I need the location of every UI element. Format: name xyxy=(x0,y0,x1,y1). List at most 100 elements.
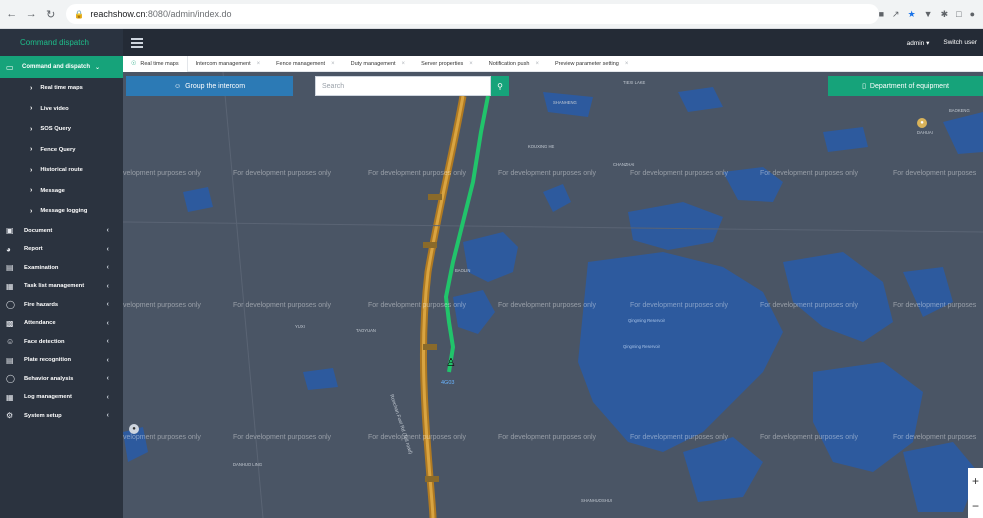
close-icon[interactable]: × xyxy=(331,61,335,67)
chevron-left-icon: ‹ xyxy=(106,319,109,327)
sidebar-item-examination[interactable]: ▤ Examination ‹ xyxy=(0,259,123,278)
lock-icon: 🔒 xyxy=(74,9,85,19)
forward-icon[interactable]: → xyxy=(23,6,38,22)
sidebar: ▭ Command and dispatch ⌄ › Real time maps… xyxy=(0,56,123,518)
user-menu[interactable]: admin ▾ xyxy=(907,39,930,47)
sidebar-item-behavior-analysis[interactable]: ◯ Behavior analysis ‹ xyxy=(0,370,123,389)
road-shield xyxy=(428,194,442,200)
sidebar-item-attendance[interactable]: ▩ Attendance ‹ xyxy=(0,314,123,333)
fire-icon: ◯ xyxy=(6,300,15,310)
sidebar-sub-real-time-maps[interactable]: › Real time maps xyxy=(0,78,123,99)
menu-toggle-icon[interactable] xyxy=(131,37,143,48)
tablet-icon: ▯ xyxy=(862,83,866,90)
tasklist-icon: ▦ xyxy=(6,281,14,291)
map-label: DAHUAI xyxy=(917,130,933,135)
window-icon[interactable]: □ xyxy=(956,9,961,20)
sidebar-sub-historical-route[interactable]: › Historical route xyxy=(0,160,123,181)
map-geometry xyxy=(123,72,983,518)
sidebar-item-system-setup[interactable]: ⚙ System setup ‹ xyxy=(0,407,123,426)
tab-server-properties[interactable]: Server properties × xyxy=(413,56,481,72)
camera-icon[interactable]: ■ xyxy=(879,9,884,20)
folder-icon: ▣ xyxy=(6,226,14,236)
tab-notification-push[interactable]: Notification push × xyxy=(481,56,547,72)
watermark: For development purposes xyxy=(893,434,977,441)
sidebar-item-plate-recognition[interactable]: ▤ Plate recognition ‹ xyxy=(0,351,123,370)
watermark: For development purposes only xyxy=(498,302,597,309)
close-icon[interactable]: × xyxy=(625,61,629,67)
sidebar-item-document[interactable]: ▣ Document ‹ xyxy=(0,222,123,241)
poi-marker-icon[interactable]: ● xyxy=(129,424,139,434)
app-header: Command dispatch admin ▾ Switch user xyxy=(0,29,983,56)
person-marker-icon[interactable]: ♙ xyxy=(446,356,456,369)
watermark: velopment purposes only xyxy=(123,302,201,309)
log-icon: ▦ xyxy=(6,392,14,402)
address-bar[interactable]: 🔒 reachshow.cn:8080/admin/index.do xyxy=(66,4,879,24)
monitor-icon: ▭ xyxy=(6,62,14,72)
map-search-input[interactable]: Search xyxy=(315,76,491,96)
department-equipment-button[interactable]: ▯ Department of equipment xyxy=(828,76,983,96)
search-icon[interactable]: ⚲ xyxy=(491,76,509,96)
browser-icons: ■ ↗ ★ ▼ ✱ □ ● xyxy=(879,9,975,20)
close-icon[interactable]: × xyxy=(469,61,473,67)
map-label: DANHUO LING xyxy=(233,462,263,467)
tab-fence-management[interactable]: Fence management × xyxy=(268,56,342,72)
reload-icon[interactable]: ↻ xyxy=(43,6,58,22)
star-icon[interactable]: ★ xyxy=(908,9,916,20)
map-label: Qingming Reservoir xyxy=(623,344,661,349)
extensions-icon[interactable]: ✱ xyxy=(941,9,949,20)
chevron-left-icon: ‹ xyxy=(106,227,109,235)
tab-preview-parameter-setting[interactable]: Preview parameter setting × xyxy=(547,56,636,72)
group-icon: ☺ xyxy=(173,82,182,90)
watermark: For development purposes only xyxy=(368,170,467,177)
url-path: :8080/admin/index.do xyxy=(145,9,232,19)
map-label: TIEXI LAKE xyxy=(623,80,646,85)
sidebar-sub-message[interactable]: › Message xyxy=(0,181,123,202)
location-icon: ☉ xyxy=(131,61,137,67)
sidebar-item-report[interactable]: ◕ Report ‹ xyxy=(0,240,123,259)
chevron-left-icon: ‹ xyxy=(106,301,109,309)
face-icon: ☺ xyxy=(6,337,15,347)
back-icon[interactable]: ← xyxy=(4,6,19,22)
sidebar-item-task-list-management[interactable]: ▦ Task list management ‹ xyxy=(0,277,123,296)
tab-duty-management[interactable]: Duty management × xyxy=(343,56,413,72)
share-icon[interactable]: ↗ xyxy=(892,9,900,20)
brand-title: Command dispatch xyxy=(0,29,123,56)
sidebar-item-log-management[interactable]: ▦ Log management ‹ xyxy=(0,388,123,407)
sidebar-item-fire-hazards[interactable]: ◯ Fire hazards ‹ xyxy=(0,296,123,315)
poi-marker-icon[interactable]: ● xyxy=(917,118,927,128)
chevron-right-icon: › xyxy=(30,125,33,133)
sidebar-sub-fence-query[interactable]: › Fence Query xyxy=(0,140,123,161)
watermark: For development purposes only xyxy=(760,302,859,309)
browser-toolbar: ← → ↻ 🔒 reachshow.cn:8080/admin/index.do… xyxy=(0,0,983,29)
group-intercom-button[interactable]: ☺ Group the intercom xyxy=(126,76,293,96)
zoom-control: + − xyxy=(968,468,983,518)
close-icon[interactable]: × xyxy=(535,61,539,67)
sidebar-item-command-dispatch[interactable]: ▭ Command and dispatch ⌄ xyxy=(0,56,123,78)
close-icon[interactable]: × xyxy=(257,61,261,67)
attendance-icon: ▩ xyxy=(6,318,14,328)
road-shield xyxy=(425,476,439,482)
profile-icon[interactable]: ● xyxy=(970,9,975,20)
sidebar-sub-sos-query[interactable]: › SOS Query xyxy=(0,119,123,140)
chevron-left-icon: ‹ xyxy=(106,412,109,420)
sidebar-item-face-detection[interactable]: ☺ Face detection ‹ xyxy=(0,333,123,352)
watermark: For development purposes only xyxy=(760,434,859,441)
settings-icon: ⚙ xyxy=(6,411,14,421)
sidebar-sub-live-video[interactable]: › Live video xyxy=(0,99,123,120)
watermark: For development purposes only xyxy=(498,170,597,177)
zoom-in-icon[interactable]: + xyxy=(972,474,979,488)
chevron-left-icon: ‹ xyxy=(106,245,109,253)
watermark: For development purposes xyxy=(893,302,977,309)
report-icon: ◕ xyxy=(6,244,11,254)
map-label: SHANHENG xyxy=(553,100,577,105)
tab-intercom-management[interactable]: Intercom management × xyxy=(188,56,269,72)
tab-real-time-maps[interactable]: ☉ Real time maps xyxy=(123,55,188,72)
map-canvas[interactable]: velopment purposes only For development … xyxy=(123,72,983,518)
tab-bar: ☉ Real time maps Intercom management × Fen… xyxy=(123,55,983,72)
filter-icon[interactable]: ▼ xyxy=(924,9,933,20)
switch-user-button[interactable]: Switch user xyxy=(943,39,977,46)
sidebar-sub-message-logging[interactable]: › Message logging xyxy=(0,201,123,222)
water-bodies xyxy=(123,87,983,512)
zoom-out-icon[interactable]: − xyxy=(972,499,979,513)
close-icon[interactable]: × xyxy=(402,61,406,67)
